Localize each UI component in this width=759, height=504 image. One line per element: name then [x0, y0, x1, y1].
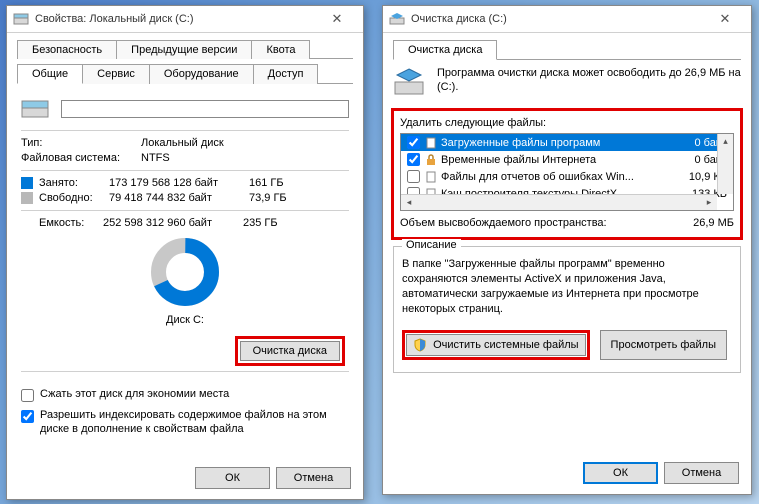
ok-button[interactable]: ОК — [583, 462, 658, 484]
tab-service[interactable]: Сервис — [82, 64, 150, 84]
cancel-button[interactable]: Отмена — [664, 462, 739, 484]
window-title: Очистка диска (C:) — [411, 13, 705, 25]
fs-label: Файловая система: — [21, 152, 141, 164]
disk-cleanup-button[interactable]: Очистка диска — [240, 341, 340, 361]
properties-body: Тип:Локальный диск Файловая система:NTFS… — [7, 84, 363, 340]
used-label: Занято: — [39, 177, 109, 189]
scroll-left-icon[interactable]: ◂ — [401, 195, 417, 210]
used-gb: 161 ГБ — [249, 177, 309, 189]
used-bytes: 173 179 568 128 байт — [109, 177, 249, 189]
titlebar-cleanup[interactable]: Очистка диска (C:) ✕ — [383, 6, 751, 33]
file-checkbox[interactable] — [407, 153, 420, 166]
fs-value: NTFS — [141, 152, 349, 164]
type-label: Тип: — [21, 137, 141, 149]
description-group: Описание В папке "Загруженные файлы прог… — [393, 246, 741, 373]
capacity-gb: 235 ГБ — [243, 217, 303, 229]
disk-caption: Диск C: — [166, 314, 204, 326]
file-name: Загруженные файлы программ — [441, 137, 676, 149]
view-files-button[interactable]: Просмотреть файлы — [600, 330, 727, 360]
file-row[interactable]: Файлы для отчетов об ошибках Win... 10,9… — [401, 168, 733, 185]
free-label: Свободно: — [39, 192, 109, 204]
scroll-right-icon[interactable]: ▸ — [701, 195, 717, 210]
file-row[interactable]: Загруженные файлы программ 0 байт — [401, 134, 733, 151]
file-icon — [424, 136, 438, 150]
titlebar-properties[interactable]: Свойства: Локальный диск (C:) ✕ — [7, 6, 363, 33]
delete-files-label: Удалить следующие файлы: — [400, 117, 734, 129]
type-value: Локальный диск — [141, 137, 349, 149]
usage-donut-chart — [150, 237, 220, 307]
tab-security[interactable]: Безопасность — [17, 40, 117, 59]
scroll-up-icon[interactable]: ▴ — [718, 134, 733, 150]
file-row[interactable]: Временные файлы Интернета 0 байт — [401, 151, 733, 168]
free-color-swatch — [21, 192, 33, 204]
close-icon[interactable]: ✕ — [705, 9, 745, 29]
free-gb: 73,9 ГБ — [249, 192, 309, 204]
description-text: В папке "Загруженные файлы программ" вре… — [402, 257, 732, 316]
free-bytes: 79 418 744 832 байт — [109, 192, 249, 204]
file-checkbox[interactable] — [407, 170, 420, 183]
clean-system-highlight: Очистить системные файлы — [402, 330, 590, 360]
vertical-scrollbar[interactable]: ▴ — [717, 134, 733, 194]
files-highlight: Удалить следующие файлы: Загруженные фай… — [391, 108, 743, 240]
tab-hardware[interactable]: Оборудование — [149, 64, 254, 84]
file-name: Временные файлы Интернета — [441, 154, 676, 166]
close-icon[interactable]: ✕ — [317, 9, 357, 29]
cleanup-icon — [389, 11, 405, 27]
file-icon — [424, 170, 438, 184]
capacity-label: Емкость: — [21, 217, 103, 229]
clean-system-files-button[interactable]: Очистить системные файлы — [406, 334, 586, 356]
header-text: Программа очистки диска может освободить… — [437, 66, 741, 95]
file-checkbox[interactable] — [407, 136, 420, 149]
tab-disk-cleanup[interactable]: Очистка диска — [393, 40, 497, 60]
compress-checkbox[interactable] — [21, 389, 34, 402]
freeable-label: Объем высвобождаемого пространства: — [400, 217, 607, 229]
tab-sharing[interactable]: Доступ — [253, 64, 319, 84]
disk-cleanup-dialog: Очистка диска (C:) ✕ Очистка диска Прогр… — [382, 5, 752, 495]
index-checkbox[interactable] — [21, 410, 34, 423]
drive-icon-large — [21, 98, 51, 120]
tab-previous-versions[interactable]: Предыдущие версии — [116, 40, 252, 59]
cancel-button[interactable]: Отмена — [276, 467, 351, 489]
index-label[interactable]: Разрешить индексировать содержимое файло… — [40, 408, 349, 437]
tab-general[interactable]: Общие — [17, 64, 83, 84]
cleanup-highlight: Очистка диска — [235, 336, 345, 366]
horizontal-scrollbar[interactable]: ◂ ▸ — [401, 194, 717, 210]
freeable-value: 26,9 МБ — [693, 217, 734, 229]
tabs-row-1: Безопасность Предыдущие версии Квота — [17, 39, 353, 59]
used-color-swatch — [21, 177, 33, 189]
file-name: Файлы для отчетов об ошибках Win... — [441, 171, 676, 183]
description-title: Описание — [402, 239, 461, 251]
cleanup-icon-large — [393, 66, 429, 98]
tab-quota[interactable]: Квота — [251, 40, 310, 59]
window-title: Свойства: Локальный диск (C:) — [35, 13, 317, 25]
cleanup-tabs: Очистка диска — [393, 39, 741, 60]
shield-icon — [413, 338, 427, 352]
capacity-bytes: 252 598 312 960 байт — [103, 217, 243, 229]
drive-icon — [13, 11, 29, 27]
lock-icon — [424, 153, 438, 167]
tabs-row-2: Общие Сервис Оборудование Доступ — [17, 63, 353, 84]
file-list[interactable]: Загруженные файлы программ 0 байт Времен… — [400, 133, 734, 211]
compress-label[interactable]: Сжать этот диск для экономии места — [40, 387, 349, 401]
volume-label-input[interactable] — [61, 100, 349, 118]
clean-system-label: Очистить системные файлы — [433, 339, 578, 351]
properties-dialog: Свойства: Локальный диск (C:) ✕ Безопасн… — [6, 5, 364, 500]
ok-button[interactable]: ОК — [195, 467, 270, 489]
